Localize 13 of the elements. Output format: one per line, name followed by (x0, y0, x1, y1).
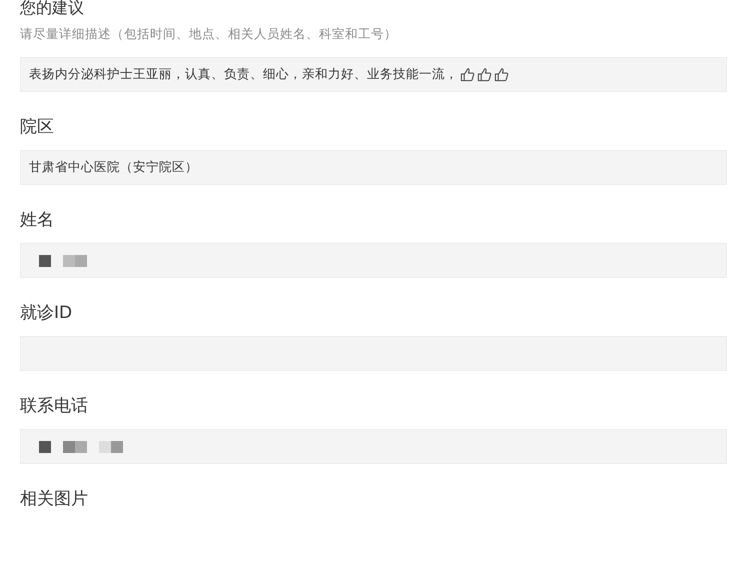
input-field[interactable] (20, 429, 727, 464)
thumbs-up-icon (477, 67, 492, 82)
thumbs-up-icon (460, 67, 475, 82)
thumbs-up-icon (494, 67, 509, 82)
input-field[interactable]: 甘肃省中心医院（安宁院区） (20, 150, 727, 185)
suggestion-field[interactable]: 表扬内分泌科护士王亚丽，认真、负责、细心，亲和力好、业务技能一流， (20, 57, 727, 92)
hint-text: 请尽量详细描述（包括时间、地点、相关人员姓名、科室和工号） (20, 25, 398, 43)
input-field[interactable] (20, 243, 727, 278)
field-label: 就诊ID (20, 302, 74, 325)
field-label: 院区 (20, 116, 55, 139)
field-label: 联系电话 (20, 395, 89, 418)
field-label: 姓名 (20, 209, 55, 232)
field-label: 相关图片 (20, 488, 89, 511)
